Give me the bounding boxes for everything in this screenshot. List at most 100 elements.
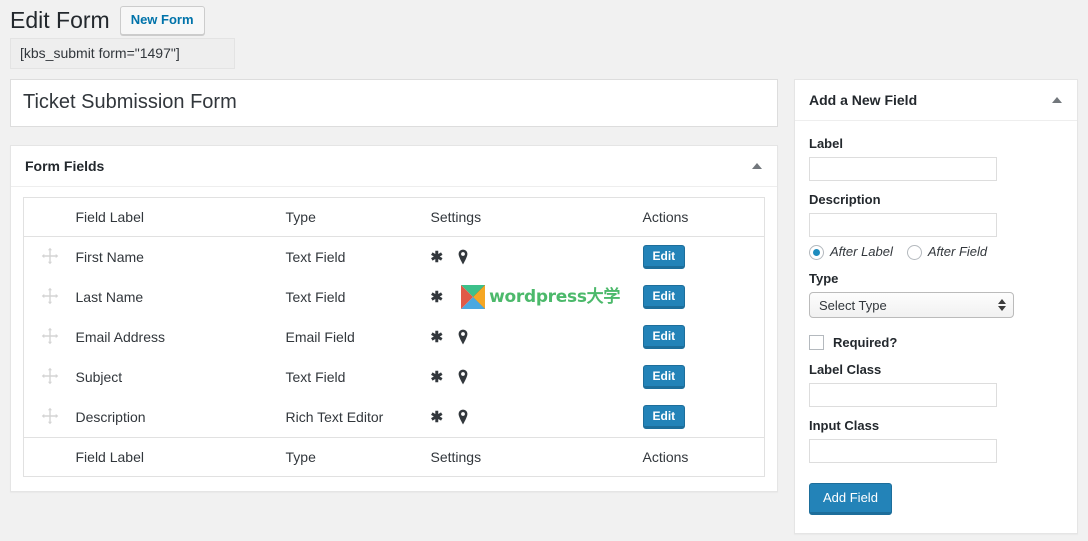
- move-handle-icon[interactable]: [41, 247, 59, 265]
- move-handle-icon[interactable]: [41, 287, 59, 305]
- map-pin-icon: [457, 329, 469, 345]
- label-input[interactable]: [809, 157, 997, 181]
- table-row: Description Rich Text Editor ✱ Edit: [24, 397, 765, 438]
- input-class-field-label: Input Class: [809, 418, 880, 433]
- radio-after-label[interactable]: After Label: [809, 244, 893, 260]
- asterisk-icon: ✱: [430, 328, 444, 346]
- form-title-input[interactable]: [10, 79, 778, 127]
- row-drag-cell[interactable]: [24, 237, 76, 278]
- asterisk-icon: ✱: [430, 408, 444, 426]
- form-fields-panel-body: Field Label Type Settings Actions First …: [11, 187, 777, 491]
- row-field-label: Last Name: [75, 289, 144, 305]
- row-field-type: Text Field: [285, 289, 346, 305]
- radio-after-field[interactable]: After Field: [906, 244, 987, 260]
- wordpress-daxue-watermark: wordpress大学: [461, 285, 620, 309]
- row-field-type: Text Field: [285, 369, 346, 385]
- description-field-label: Description: [809, 192, 881, 207]
- shortcode-display[interactable]: [kbs_submit form="1497"]: [10, 38, 235, 69]
- required-checkbox-label: Required?: [833, 335, 898, 350]
- footer-field-label: Field Label: [75, 437, 286, 477]
- label-class-field-label: Label Class: [809, 362, 882, 377]
- row-drag-cell[interactable]: [24, 357, 76, 397]
- form-fields-table: Field Label Type Settings Actions First …: [23, 197, 765, 477]
- input-class-input[interactable]: [809, 439, 997, 463]
- table-row: Subject Text Field ✱ Edit: [24, 357, 765, 397]
- footer-handle-spacer: [23, 437, 76, 477]
- type-select[interactable]: Select Type: [809, 292, 1014, 318]
- footer-settings: Settings: [430, 437, 643, 477]
- table-header-row: Field Label Type Settings Actions: [23, 197, 765, 237]
- row-settings-cell: ✱: [431, 317, 643, 357]
- row-field-label: Email Address: [75, 329, 165, 345]
- edit-button[interactable]: Edit: [642, 325, 686, 349]
- description-input[interactable]: [809, 213, 997, 237]
- triangle-up-icon[interactable]: [749, 158, 765, 174]
- form-fields-panel-header[interactable]: Form Fields: [11, 146, 777, 187]
- edit-button[interactable]: Edit: [642, 405, 686, 429]
- row-actions-cell: Edit: [642, 237, 765, 278]
- row-actions-cell: Edit: [642, 277, 765, 317]
- add-new-field-panel: Add a New Field Label Description After …: [794, 79, 1078, 534]
- table-body: First Name Text Field ✱ Edit Last Name T…: [24, 237, 765, 438]
- required-checkbox-row[interactable]: Required?: [809, 334, 1063, 351]
- add-new-field-panel-body: Label Description After Label After Fiel…: [795, 121, 1077, 533]
- row-settings-cell: ✱: [431, 237, 643, 278]
- header-actions: Actions: [642, 197, 765, 237]
- form-fields-panel-title: Form Fields: [25, 158, 105, 174]
- footer-actions: Actions: [642, 437, 765, 477]
- move-handle-icon[interactable]: [41, 367, 59, 385]
- map-pin-icon: [457, 249, 469, 265]
- row-field-label: Description: [75, 409, 146, 425]
- type-select-value: Select Type: [819, 297, 887, 313]
- move-handle-icon[interactable]: [41, 327, 59, 345]
- row-drag-cell[interactable]: [24, 317, 76, 357]
- edit-button[interactable]: Edit: [642, 285, 686, 309]
- shortcode-bar: [kbs_submit form="1497"]: [0, 38, 1088, 69]
- description-position-group: After Label After Field: [809, 244, 1063, 260]
- table-row: First Name Text Field ✱ Edit: [24, 237, 765, 278]
- edit-button[interactable]: Edit: [642, 245, 686, 269]
- row-settings-cell: ✱: [431, 397, 643, 438]
- table-footer: Field Label Type Settings Actions: [23, 437, 765, 477]
- asterisk-icon: ✱: [430, 288, 444, 306]
- page-header: Edit Form New Form: [0, 0, 1088, 35]
- radio-dot-icon[interactable]: [809, 244, 824, 260]
- triangle-up-icon[interactable]: [1049, 92, 1065, 108]
- row-field-label: Subject: [75, 369, 123, 385]
- row-field-type: Rich Text Editor: [285, 409, 384, 425]
- label-field-label: Label: [809, 136, 843, 151]
- select-stepper-icon[interactable]: [998, 299, 1006, 311]
- row-drag-cell[interactable]: [24, 277, 76, 317]
- table-footer-row: Field Label Type Settings Actions: [23, 437, 765, 477]
- radio-dot-icon[interactable]: [906, 244, 922, 260]
- edit-button[interactable]: Edit: [642, 365, 686, 389]
- required-checkbox[interactable]: [809, 335, 824, 350]
- row-actions-cell: Edit: [642, 317, 765, 357]
- page-title: Edit Form: [10, 6, 110, 33]
- type-field-label: Type: [809, 271, 839, 286]
- row-field-type: Text Field: [285, 249, 346, 265]
- page-body: Form Fields Field Label Type Settings Ac…: [0, 69, 1088, 534]
- footer-type: Type: [285, 437, 431, 477]
- add-field-button-row: Add Field: [809, 463, 1063, 515]
- asterisk-icon: ✱: [430, 248, 444, 266]
- row-field-type: Email Field: [285, 329, 355, 345]
- main-column: Form Fields Field Label Type Settings Ac…: [10, 79, 778, 492]
- watermark-text: wordpress大学: [489, 286, 621, 307]
- map-pin-icon: [457, 409, 469, 425]
- sidebar-column: Add a New Field Label Description After …: [794, 79, 1078, 534]
- new-form-button[interactable]: New Form: [119, 5, 205, 35]
- table-row: Last Name Text Field ✱ wordpress大学 Edit: [24, 277, 765, 317]
- row-actions-cell: Edit: [642, 357, 765, 397]
- label-class-input[interactable]: [809, 383, 997, 407]
- header-handle-spacer: [23, 197, 76, 237]
- header-settings: Settings: [430, 197, 643, 237]
- add-field-button[interactable]: Add Field: [809, 483, 892, 515]
- table-row: Email Address Email Field ✱ Edit: [24, 317, 765, 357]
- header-field-label: Field Label: [75, 197, 286, 237]
- move-handle-icon[interactable]: [41, 407, 59, 425]
- row-settings-cell: ✱: [431, 357, 643, 397]
- row-drag-cell[interactable]: [24, 397, 76, 438]
- add-new-field-panel-header[interactable]: Add a New Field: [795, 80, 1077, 121]
- header-type: Type: [285, 197, 431, 237]
